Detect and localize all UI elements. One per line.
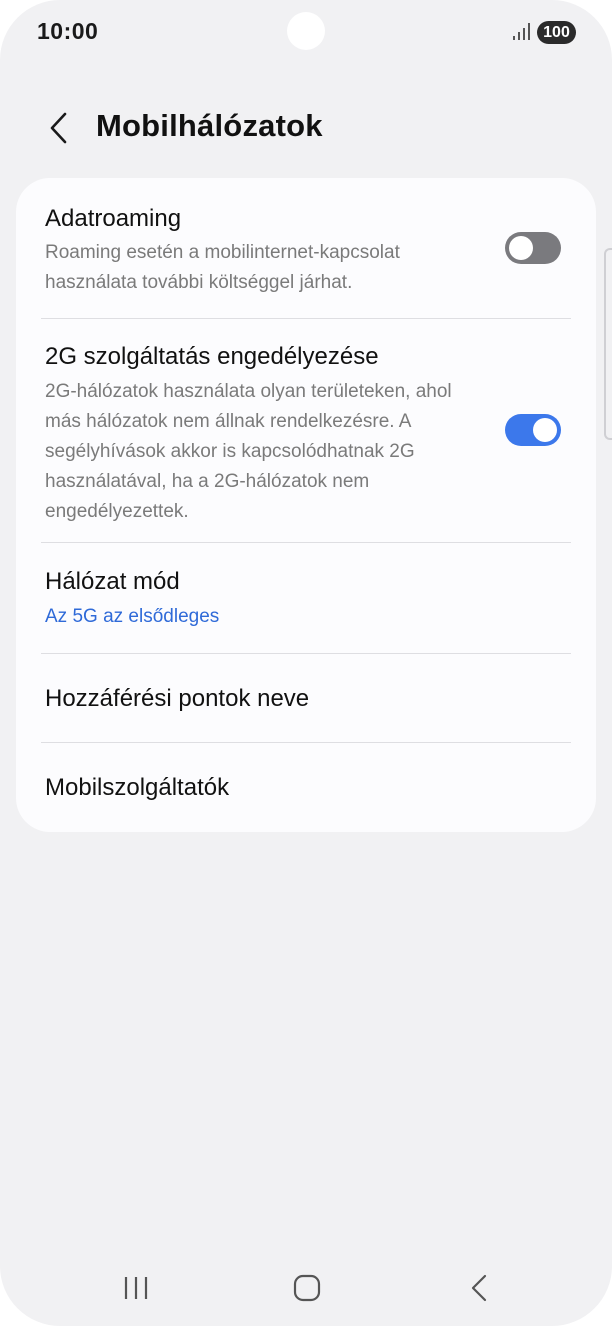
signal-bars-icon [513, 23, 530, 40]
setting-title: Hálózat mód [45, 568, 180, 595]
setting-network-operators[interactable]: Mobilszolgáltatók [16, 743, 596, 832]
setting-description: Roaming esetén a mobilinternet-kapcsolat… [45, 242, 400, 293]
page-title: Mobilhálózatok [96, 108, 323, 143]
setting-access-point-names[interactable]: Hozzáférési pontok neve [16, 654, 596, 742]
setting-title: Adatroaming [45, 205, 182, 232]
home-button[interactable] [277, 1266, 337, 1310]
2g-toggle[interactable] [505, 414, 561, 446]
setting-title: Mobilszolgáltatók [45, 774, 230, 801]
adatroaming-toggle[interactable] [505, 232, 561, 264]
back-button[interactable] [36, 104, 80, 152]
status-time: 10:00 [37, 18, 99, 44]
back-icon [471, 1274, 487, 1302]
chevron-left-icon [50, 112, 67, 144]
setting-title: 2G szolgáltatás engedélyezése [45, 343, 379, 370]
scrollbar[interactable] [604, 248, 612, 440]
recents-icon [124, 1277, 148, 1299]
nav-back-button[interactable] [449, 1266, 509, 1310]
toggle-knob [509, 236, 533, 260]
setting-description: 2G-hálózatok használata olyan területeke… [45, 381, 452, 522]
home-icon [293, 1274, 321, 1302]
setting-title: Hozzáférési pontok neve [45, 685, 310, 712]
battery-indicator: 100 [537, 21, 576, 44]
navigation-bar [0, 1250, 612, 1326]
phone-screen: 10:00 100 Mobilhálózatok Adatroaming Roa… [0, 0, 612, 1326]
toggle-knob [533, 418, 557, 442]
status-bar: 10:00 100 [0, 0, 612, 66]
front-camera [287, 12, 325, 50]
setting-2g-service[interactable]: 2G szolgáltatás engedélyezése 2G-hálózat… [16, 319, 596, 542]
recents-button[interactable] [106, 1266, 166, 1310]
setting-network-mode[interactable]: Hálózat mód Az 5G az elsődleges [16, 543, 596, 653]
setting-adatroaming[interactable]: Adatroaming Roaming esetén a mobilintern… [16, 178, 596, 318]
setting-value: Az 5G az elsődleges [45, 606, 220, 627]
settings-card: Adatroaming Roaming esetén a mobilintern… [16, 178, 596, 832]
